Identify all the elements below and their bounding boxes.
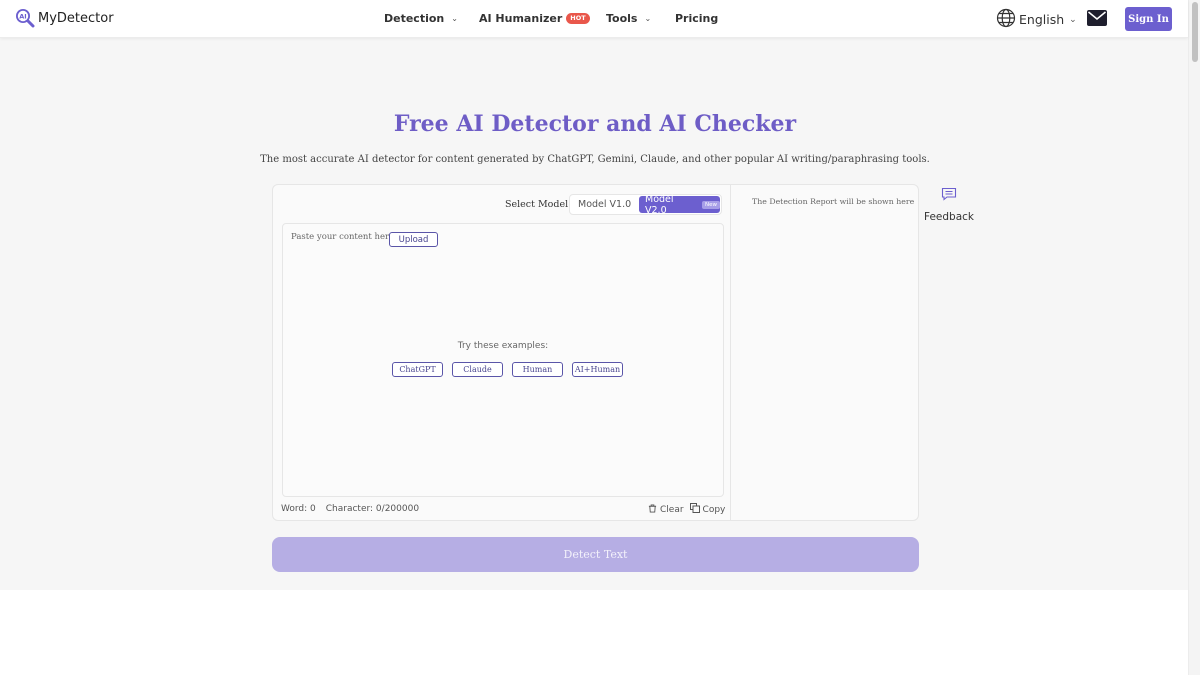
- top-navbar: AI MyDetector Detection ⌄ AI Humanizer H…: [0, 0, 1188, 38]
- brand-logo[interactable]: AI MyDetector: [15, 8, 114, 28]
- page-title: Free AI Detector and AI Checker: [393, 111, 797, 137]
- new-badge: New: [702, 200, 720, 209]
- page-scrollbar[interactable]: [1188, 0, 1200, 675]
- upload-button[interactable]: Upload: [389, 232, 438, 247]
- chat-bubble-icon: [941, 186, 957, 205]
- text-tools: Clear Copy: [648, 503, 725, 516]
- copy-button[interactable]: Copy: [689, 503, 726, 516]
- examples-title: Try these examples:: [457, 341, 549, 351]
- content-input[interactable]: Paste your content here or Upload Try th…: [282, 223, 724, 497]
- sign-in-button[interactable]: Sign In: [1125, 7, 1172, 31]
- example-ai-human-button[interactable]: AI+Human: [572, 362, 623, 377]
- hot-badge: HOT: [566, 13, 590, 24]
- report-placeholder: The Detection Report will be shown here: [752, 197, 915, 206]
- character-count: Character: 0/200000: [325, 504, 420, 514]
- scrollbar-thumb[interactable]: [1192, 2, 1198, 62]
- nav-detection-label: Detection: [384, 12, 445, 25]
- model-selector: Model V1.0 Model V2.0 New: [569, 193, 722, 216]
- trash-icon: [648, 503, 657, 516]
- nav-tools-label: Tools: [606, 12, 638, 25]
- language-selector[interactable]: English ⌄: [996, 8, 1077, 31]
- brand-name: MyDetector: [38, 10, 114, 26]
- copy-icon: [689, 503, 700, 516]
- word-count: Word: 0: [281, 504, 316, 514]
- clear-label: Clear: [660, 504, 684, 515]
- nav-ai-humanizer[interactable]: AI Humanizer HOT: [479, 0, 590, 37]
- feedback-button[interactable]: Feedback: [922, 186, 976, 223]
- text-counts: Word: 0 Character: 0/200000: [281, 504, 419, 514]
- chevron-down-icon: ⌄: [644, 14, 652, 23]
- hero-section: Free AI Detector and AI Checker The most…: [0, 38, 1188, 590]
- model-v1-option[interactable]: Model V1.0: [578, 199, 631, 210]
- clear-button[interactable]: Clear: [648, 503, 684, 516]
- example-human-button[interactable]: Human: [512, 362, 563, 377]
- chevron-down-icon: ⌄: [451, 14, 458, 23]
- svg-text:AI: AI: [19, 13, 26, 21]
- mail-icon[interactable]: [1087, 10, 1107, 30]
- panel-divider: [730, 185, 731, 520]
- page-subtitle: The most accurate AI detector for conten…: [260, 154, 930, 165]
- chevron-down-icon: ⌄: [1069, 14, 1077, 25]
- detect-text-button[interactable]: Detect Text: [272, 537, 919, 572]
- model-v2-label: Model V2.0: [645, 193, 674, 216]
- magnifier-logo-icon: AI: [15, 8, 35, 28]
- detector-panel: Select Model: Model V1.0 Model V2.0 New …: [272, 184, 919, 521]
- example-chatgpt-button[interactable]: ChatGPT: [392, 362, 443, 377]
- nav-detection[interactable]: Detection ⌄: [384, 0, 458, 37]
- model-v2-option[interactable]: Model V2.0 New: [639, 193, 720, 216]
- nav-ai-humanizer-label: AI Humanizer: [479, 12, 563, 25]
- examples-list: ChatGPT Claude Human AI+Human: [392, 362, 623, 377]
- copy-label: Copy: [702, 504, 726, 515]
- language-label: English: [1019, 12, 1065, 27]
- example-claude-button[interactable]: Claude: [452, 362, 503, 377]
- nav-tools[interactable]: Tools ⌄: [606, 0, 651, 37]
- feedback-label: Feedback: [923, 211, 974, 223]
- nav-pricing[interactable]: Pricing: [675, 0, 718, 37]
- select-model-label: Select Model:: [505, 199, 572, 210]
- globe-icon: [996, 8, 1016, 31]
- nav-pricing-label: Pricing: [675, 12, 719, 25]
